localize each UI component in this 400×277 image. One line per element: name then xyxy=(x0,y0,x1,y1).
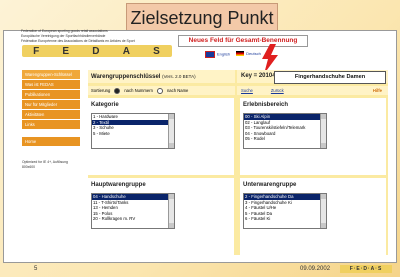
language-links: English Deutsch xyxy=(205,51,261,58)
logo-letter: A xyxy=(122,45,131,57)
sidebar: Warengruppen-Schlüssel Was ist FEDAS Pub… xyxy=(22,70,80,147)
page-number: 5 xyxy=(34,266,38,272)
sidebar-item-mitglieder[interactable]: Nur für Mitglieder xyxy=(22,100,80,110)
sidebar-item-aktivitaeten[interactable]: Aktivitäten xyxy=(22,110,80,120)
hauptwarengruppe-panel: Hauptwarengruppe 04 - Handschuhe 11 - T-… xyxy=(88,178,234,255)
sidebar-item-home[interactable]: Home xyxy=(22,137,80,147)
help-link[interactable]: Hilfe xyxy=(373,88,388,93)
action-links: Suche Zurück Hilfe xyxy=(237,86,388,95)
sidebar-item-links[interactable]: Links xyxy=(22,120,80,130)
page-title: Warengruppenschlüssel (Vers. 2.0 BETA) xyxy=(88,70,235,83)
main-panel: Warengruppenschlüssel (Vers. 2.0 BETA) K… xyxy=(88,70,388,255)
search-link[interactable]: Suche xyxy=(241,88,253,93)
slide-date: 09.09.2002 xyxy=(300,266,331,272)
logo-letter: F xyxy=(33,45,41,57)
sort-options: Sortierung nach Nummern nach Name xyxy=(88,86,235,95)
browser-note: Optimized for IE 4+, Auflösung 800x600 xyxy=(22,160,68,169)
sort-by-name-radio[interactable] xyxy=(156,87,163,94)
fedas-logo: F E D A S xyxy=(22,45,172,57)
logo-letter: S xyxy=(153,45,161,57)
lang-english-link[interactable]: English xyxy=(205,51,230,58)
selection-callout: Fingerhandschuhe Damen xyxy=(274,71,386,84)
sort-row: Sortierung nach Nummern nach Name Suche … xyxy=(88,86,388,95)
sort-by-number-label: nach Nummern xyxy=(124,88,153,93)
erlebnisbereich-panel: Erlebnisbereich 00 - Ski Alpin 02 - Lang… xyxy=(240,98,386,175)
new-field-annotation: Neues Feld für Gesamt-Benennung xyxy=(178,35,308,47)
scrollbar[interactable] xyxy=(168,194,174,228)
sidebar-item-warengruppen[interactable]: Warengruppen-Schlüssel xyxy=(22,70,80,80)
logo-letter: E xyxy=(62,45,71,57)
hauptwarengruppe-title: Hauptwarengruppe xyxy=(91,182,146,188)
scrollbar[interactable] xyxy=(320,194,326,228)
unterwarengruppe-title: Unterwarengruppe xyxy=(243,182,297,188)
sidebar-item-was-ist-fedas[interactable]: Was ist FEDAS xyxy=(22,80,80,90)
sort-by-number-radio[interactable] xyxy=(114,87,121,94)
sidebar-spacer xyxy=(22,130,80,135)
kategorie-listbox[interactable]: 1 - Hardware 2 - Textil 3 - Schuhe 5 - M… xyxy=(91,113,175,149)
kategorie-title: Kategorie xyxy=(91,102,119,108)
federation-line-fr: Fédération Européenne des Associations d… xyxy=(21,39,135,43)
sort-label: Sortierung xyxy=(91,88,111,93)
version-label: (Vers. 2.0 BETA) xyxy=(162,74,196,79)
erlebnisbereich-title: Erlebnisbereich xyxy=(243,102,289,108)
unterwarengruppe-listbox[interactable]: 2 - Fingerhandschuhe Da 3 - Fingerhandsc… xyxy=(243,193,327,229)
scrollbar[interactable] xyxy=(320,114,326,148)
list-item[interactable]: 6 - Fäustel Ki xyxy=(244,216,326,222)
footer-logo: F·E·D·A·S xyxy=(340,265,392,273)
sidebar-item-publikationen[interactable]: Publikationen xyxy=(22,90,80,100)
kategorie-panel: Kategorie 1 - Hardware 2 - Textil 3 - Sc… xyxy=(88,98,234,175)
logo-letter: D xyxy=(92,45,101,57)
hauptwarengruppe-listbox[interactable]: 04 - Handschuhe 11 - T-Shirts/Tanks 13 -… xyxy=(91,193,175,229)
slide-footer: 5 09.09.2002 F·E·D·A·S xyxy=(0,262,400,277)
federation-header: Federation of European sporting goods re… xyxy=(21,29,201,44)
erlebnisbereich-listbox[interactable]: 00 - Ski Alpin 02 - Langlauf 03 - Touren… xyxy=(243,113,327,149)
german-flag-icon xyxy=(236,51,245,57)
unterwarengruppe-panel: Unterwarengruppe 2 - Fingerhandschuhe Da… xyxy=(240,178,386,255)
list-item[interactable]: 5 - Miete xyxy=(92,131,174,137)
uk-flag-icon xyxy=(205,51,215,58)
list-item[interactable]: 05 - Rodel xyxy=(244,136,326,142)
scrollbar[interactable] xyxy=(168,114,174,148)
back-link[interactable]: Zurück xyxy=(271,88,284,93)
list-item[interactable]: 20 - Rollkragen m. RV xyxy=(92,216,174,222)
sort-by-name-label: nach Name xyxy=(166,88,189,93)
